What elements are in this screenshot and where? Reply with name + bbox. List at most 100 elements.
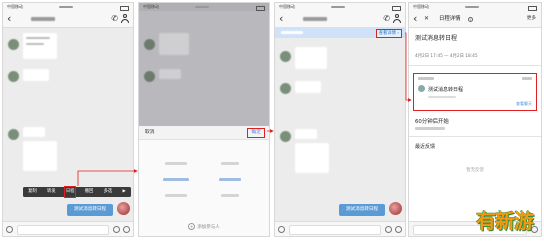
chat-header: ‹ ✆ [3, 11, 133, 28]
person-icon[interactable] [393, 14, 401, 24]
page-title: 日程详情 [439, 16, 461, 22]
source-message-card[interactable]: 测试消息转日程 查看聊天 [413, 73, 537, 111]
sheet-header: 取消 确定 [139, 126, 269, 140]
carrier-label: 中国移动 [279, 4, 295, 9]
phone-screen-picker: 中国移动 取消 确定 + 添加参与人 [138, 2, 270, 237]
add-participant-button[interactable]: + 添加参与人 [139, 223, 269, 230]
picker-selected-date[interactable] [163, 178, 189, 181]
view-chat-link[interactable]: 查看聊天 [516, 101, 532, 107]
blurred-card [295, 143, 329, 173]
picker-option[interactable] [165, 162, 187, 165]
phone-icon[interactable]: ✆ [111, 14, 118, 24]
blurred-message [295, 129, 317, 139]
picker-option[interactable] [165, 194, 187, 197]
picker-selected-time[interactable] [219, 178, 241, 181]
feedback-empty: 暂无反馈 [466, 168, 484, 173]
plus-icon[interactable] [395, 225, 402, 233]
carrier-label: 中国移动 [143, 4, 159, 9]
menu-copy[interactable]: 复制 [27, 187, 38, 197]
chat-header: ‹ ✆ [275, 11, 405, 28]
status-bar: 中国移动 [275, 3, 405, 11]
avatar[interactable] [117, 202, 130, 215]
close-icon[interactable]: ✕ [424, 11, 429, 27]
avatar[interactable] [8, 129, 19, 140]
plus-icon: + [188, 223, 196, 230]
info-icon[interactable]: i [468, 16, 473, 22]
carrier-label: 中国移动 [413, 4, 429, 9]
avatar[interactable] [280, 131, 291, 142]
schedule-added-banner: 查看详情 › [275, 27, 405, 38]
back-icon[interactable]: ‹ [279, 12, 283, 25]
blurred-text [26, 37, 50, 39]
emoji-icon[interactable] [385, 225, 392, 233]
more-button[interactable]: 更多 [527, 11, 536, 27]
status-bar: 中国移动 [409, 3, 541, 11]
avatar[interactable] [389, 202, 402, 215]
detail-header: ‹ ✕ 日程详情 i 更多 [409, 11, 541, 28]
message-input[interactable] [17, 225, 109, 235]
picker-option[interactable] [221, 194, 239, 197]
picker-option[interactable] [221, 162, 239, 165]
confirm-button[interactable]: 确定 [247, 128, 265, 138]
status-time [331, 6, 345, 8]
phone-icon[interactable]: ✆ [383, 14, 390, 24]
carrier-label: 中国移动 [7, 4, 23, 9]
divider [409, 136, 541, 137]
battery-icon [392, 5, 401, 11]
event-title: 测试消息转日程 [415, 35, 458, 42]
view-details-button[interactable]: 查看详情 › [375, 28, 402, 38]
message-input[interactable] [289, 225, 381, 235]
card-subtext [428, 96, 456, 98]
divider [409, 65, 541, 66]
event-time: 4月2日 17:45 — 4月2日 18:45 [415, 54, 478, 59]
contact-name [31, 17, 55, 21]
input-bar [275, 221, 405, 236]
menu-forward[interactable]: 转发 [46, 187, 57, 197]
avatar [144, 71, 155, 82]
contact-name [303, 17, 327, 21]
schedule-sheet: 取消 确定 + 添加参与人 [139, 126, 269, 236]
blurred-message [295, 47, 327, 69]
avatar[interactable] [8, 39, 19, 50]
cancel-button[interactable]: 取消 [145, 126, 155, 139]
plus-icon[interactable] [123, 225, 130, 233]
menu-more-icon[interactable]: ▶ [122, 187, 127, 197]
emoji-icon[interactable] [113, 225, 120, 233]
voice-icon[interactable] [278, 225, 285, 233]
avatar [418, 85, 425, 92]
avatar[interactable] [280, 51, 291, 62]
status-time [59, 6, 73, 8]
add-participant-label: 添加参与人 [197, 225, 220, 230]
back-icon[interactable]: ‹ [413, 12, 417, 25]
status-time [465, 6, 479, 8]
blurred-message [159, 69, 181, 79]
phone-screen-chat: 中国移动 ‹ ✆ 复制 转发 日程 撤回 多选 ▶ 测试消息转日程 [2, 2, 134, 237]
blurred-card [23, 141, 57, 171]
blurred-message [295, 81, 321, 93]
dimmed-background [139, 3, 269, 126]
reminder-subtext [415, 127, 445, 130]
battery-icon [120, 5, 129, 11]
avatar[interactable] [280, 83, 291, 94]
blurred-message [159, 33, 189, 55]
blurred-message [23, 127, 45, 137]
sent-message[interactable]: 测试消息转日程 [339, 204, 385, 216]
menu-recall[interactable]: 撤回 [84, 187, 95, 197]
blurred-text [26, 43, 44, 45]
battery-icon [256, 5, 265, 11]
menu-schedule[interactable]: 日程 [63, 186, 77, 198]
feedback-heading: 最近反馈 [415, 144, 436, 150]
banner-text [281, 31, 303, 34]
blurred-message [23, 69, 49, 81]
card-label [418, 77, 434, 80]
watermark-logo: 有新游 [476, 209, 534, 233]
voice-icon[interactable] [6, 225, 13, 233]
sent-message[interactable]: 测试消息转日程 [67, 204, 113, 216]
person-icon[interactable] [121, 14, 129, 24]
menu-multiselect[interactable]: 多选 [103, 187, 114, 197]
avatar[interactable] [8, 71, 19, 82]
back-icon[interactable]: ‹ [7, 12, 11, 25]
avatar [144, 39, 155, 50]
reminder-text[interactable]: 60分钟后开始 [415, 117, 449, 125]
phone-screen-chat-added: 中国移动 ‹ ✆ 查看详情 › 测试消息转日程 [274, 2, 406, 237]
